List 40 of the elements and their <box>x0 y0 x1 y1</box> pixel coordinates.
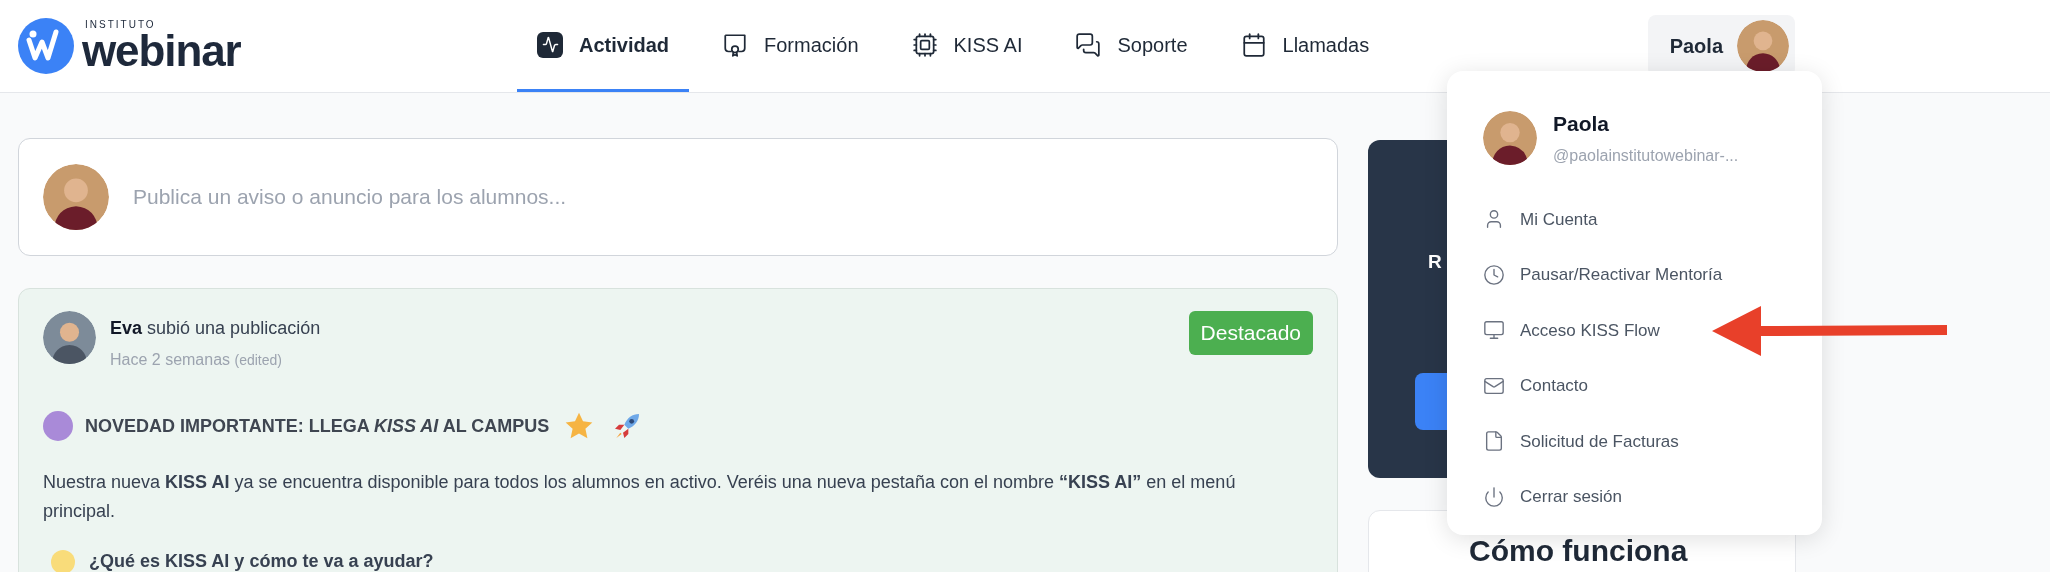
profile-avatar <box>1737 20 1789 72</box>
logo-wordmark: webinar <box>82 30 241 72</box>
announcement-field[interactable]: Publica un aviso o anuncio para los alumnos... <box>133 181 1313 213</box>
nav-tab[interactable]: Soporte <box>1055 0 1208 92</box>
post-title: NOVEDAD IMPORTANTE: LLEGA KISS AI AL CAMPUS <box>85 414 550 438</box>
nav-tab[interactable]: KISS AI <box>891 0 1043 92</box>
chip-icon <box>911 31 938 58</box>
logo-subtitle: INSTITUTO <box>85 20 157 30</box>
user-avatar <box>43 164 109 230</box>
chat-icon <box>1075 31 1102 58</box>
menu-user-name: Paola <box>1553 111 1611 137</box>
post-author-line: Eva subió una publicación <box>110 317 321 340</box>
menu-item[interactable]: Pausar/Reactivar Mentoría <box>1483 247 1786 303</box>
post-time: Hace 2 semanas (edited) <box>110 350 283 370</box>
menu-item[interactable]: Acceso KISS Flow <box>1483 302 1786 358</box>
logo-icon <box>18 18 74 74</box>
certificate-icon <box>722 31 749 58</box>
nav-tab[interactable]: Formación <box>702 0 879 92</box>
calendar-icon <box>1240 31 1267 58</box>
howto-title: Cómo funciona <box>1469 534 1688 567</box>
activity-icon <box>537 31 563 58</box>
monitor-icon <box>1483 319 1505 342</box>
promo-text: R <box>1428 251 1442 272</box>
power-icon <box>1483 485 1505 508</box>
author-avatar <box>43 311 96 364</box>
menu-item[interactable]: Mi Cuenta <box>1483 191 1786 247</box>
featured-badge: Destacado <box>1188 311 1313 355</box>
file-icon <box>1483 430 1505 453</box>
clock-icon <box>1483 263 1505 286</box>
post-question: ¿Qué es KISS AI y cómo te va a ayudar? <box>89 550 434 572</box>
menu-item[interactable]: Cerrar sesión <box>1483 469 1786 525</box>
post-body: Nuestra nueva KISS AI ya se encuentra disponible para todos los alumnos en activo. Veréis una nueva pestaña con el nombre “KISS AI” en el menú principal. <box>43 471 1237 523</box>
bulb-icon <box>51 549 75 572</box>
nav-tab[interactable]: Llamadas <box>1220 0 1390 92</box>
nav-tab[interactable]: Actividad <box>517 0 690 92</box>
menu-user-handle: @paolainstitutowebinar-... <box>1553 145 1739 166</box>
menu-avatar <box>1483 110 1537 165</box>
circle-icon <box>43 411 73 441</box>
menu-item[interactable]: Solicitud de Facturas <box>1483 413 1786 469</box>
menu-item[interactable]: Contacto <box>1483 358 1786 414</box>
